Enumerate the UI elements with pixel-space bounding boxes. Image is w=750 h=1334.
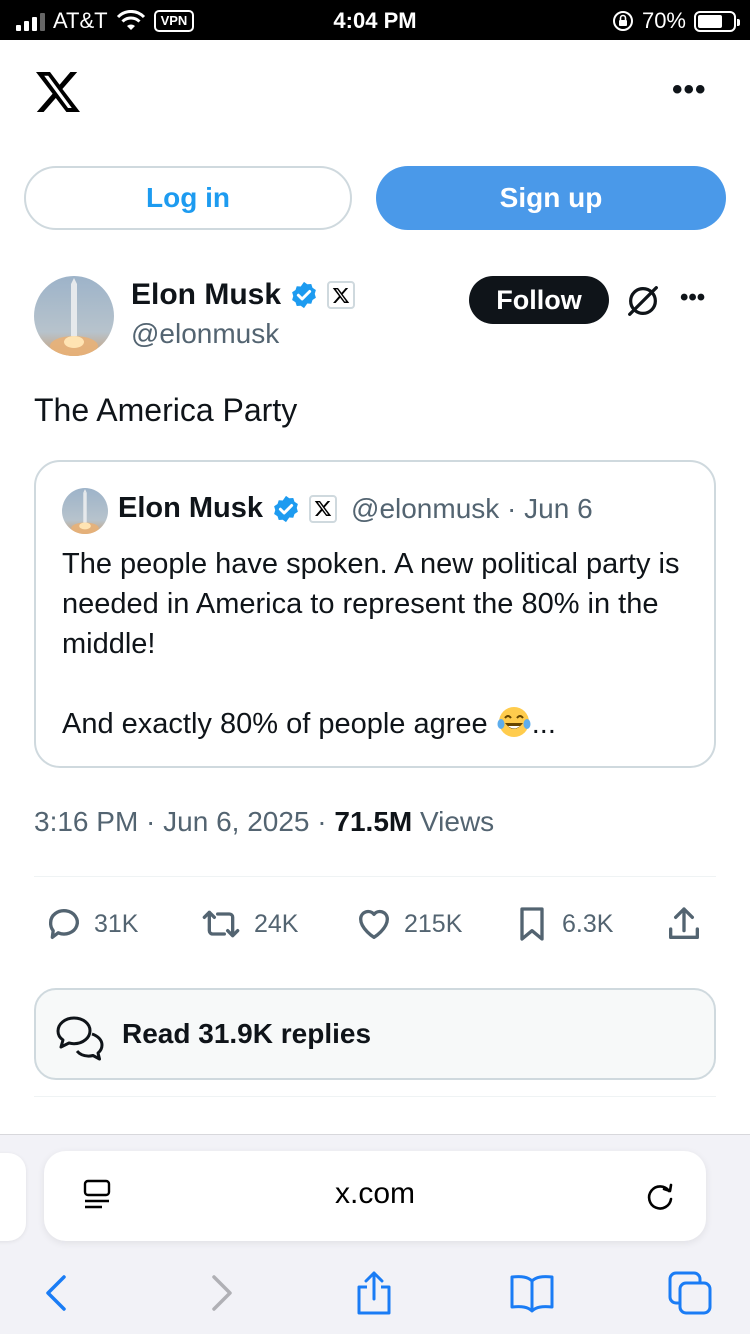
reply-icon — [48, 909, 79, 939]
x-affiliation-icon — [309, 494, 338, 523]
read-replies-label: Read 31.9K replies — [122, 1018, 372, 1049]
reply-button[interactable]: 31K — [44, 904, 138, 944]
login-button[interactable]: Log in — [24, 166, 352, 230]
orientation-lock-icon — [612, 11, 633, 31]
quote-paragraph-2-text: And exactly 80% of people agree — [62, 708, 488, 740]
quote-header: Elon Musk @elonmusk · Jun 6 — [118, 492, 593, 525]
previous-tab-edge[interactable] — [0, 1153, 26, 1241]
share-button[interactable] — [664, 904, 704, 944]
rocket-launch-image — [62, 488, 108, 534]
battery-fill — [698, 14, 722, 28]
x-logo-icon[interactable] — [34, 70, 82, 114]
verified-badge-icon — [274, 495, 298, 522]
tweet-timestamp[interactable]: 3:16 PM · Jun 6, 2025 · — [34, 806, 334, 837]
author-handle[interactable]: @elonmusk — [131, 318, 279, 350]
forward-icon[interactable] — [196, 1269, 244, 1317]
author-name-row: Elon Musk — [131, 278, 356, 312]
battery-percent: 70% — [641, 8, 686, 33]
share-icon — [669, 907, 699, 939]
quote-author-name: Elon Musk — [118, 492, 264, 524]
bookmark-count: 6.3K — [562, 909, 614, 938]
tweet-actions: 31K 24K 215K 6.3K — [44, 904, 708, 948]
quote-paragraph-2-suffix: ... — [531, 708, 556, 740]
grok-icon[interactable] — [624, 282, 662, 320]
repost-button[interactable]: 24K — [198, 904, 298, 944]
follow-button[interactable]: Follow — [469, 276, 609, 324]
repost-icon — [202, 910, 240, 938]
status-right: 70% — [612, 8, 740, 34]
tabs-icon[interactable] — [666, 1269, 714, 1317]
url-text[interactable]: x.com — [44, 1177, 706, 1211]
quote-text: The people have spoken. A new political … — [62, 544, 702, 744]
signup-button[interactable]: Sign up — [376, 166, 726, 230]
verified-badge-icon — [292, 281, 316, 309]
tweet-more-icon[interactable]: ••• — [680, 286, 705, 310]
bookmark-button[interactable]: 6.3K — [512, 904, 613, 944]
bookmark-icon — [520, 907, 544, 941]
tweet-text: The America Party — [34, 392, 298, 428]
bookmarks-icon[interactable] — [508, 1269, 556, 1317]
quote-paragraph-1: The people have spoken. A new political … — [62, 548, 680, 660]
x-affiliation-icon — [327, 281, 356, 309]
reload-icon[interactable] — [642, 1179, 678, 1215]
divider — [34, 1096, 716, 1097]
read-replies-button[interactable]: Read 31.9K replies — [34, 988, 716, 1080]
quote-paragraph-2: And exactly 80% of people agree ... — [62, 704, 702, 744]
battery-icon — [694, 10, 740, 32]
status-bar: AT&T VPN 4:04 PM 70% — [0, 0, 750, 40]
author-name[interactable]: Elon Musk — [131, 278, 281, 312]
share-icon[interactable] — [350, 1269, 398, 1317]
repost-count: 24K — [254, 909, 299, 938]
quoted-tweet-card[interactable]: Elon Musk @elonmusk · Jun 6 The people h… — [34, 460, 716, 768]
browser-toolbar: x.com — [0, 1134, 750, 1334]
header-more-icon[interactable]: ••• — [672, 75, 707, 105]
back-icon[interactable] — [34, 1269, 82, 1317]
quote-avatar — [62, 488, 108, 534]
like-button[interactable]: 215K — [354, 904, 462, 944]
replies-bubble-icon — [56, 1016, 104, 1061]
views-label: Views — [412, 806, 495, 837]
address-bar[interactable]: x.com — [44, 1151, 706, 1241]
views-count: 71.5M — [334, 806, 413, 837]
avatar[interactable] — [34, 276, 114, 356]
tweet-meta: 3:16 PM · Jun 6, 2025 · 71.5M Views — [34, 806, 494, 838]
heart-icon — [359, 909, 389, 939]
quote-handle-date: @elonmusk · Jun 6 — [351, 492, 593, 524]
reply-count: 31K — [94, 909, 139, 938]
rocket-launch-image — [34, 276, 114, 356]
like-count: 215K — [404, 909, 463, 938]
laughing-tears-emoji-icon — [497, 707, 531, 738]
divider — [34, 876, 716, 877]
